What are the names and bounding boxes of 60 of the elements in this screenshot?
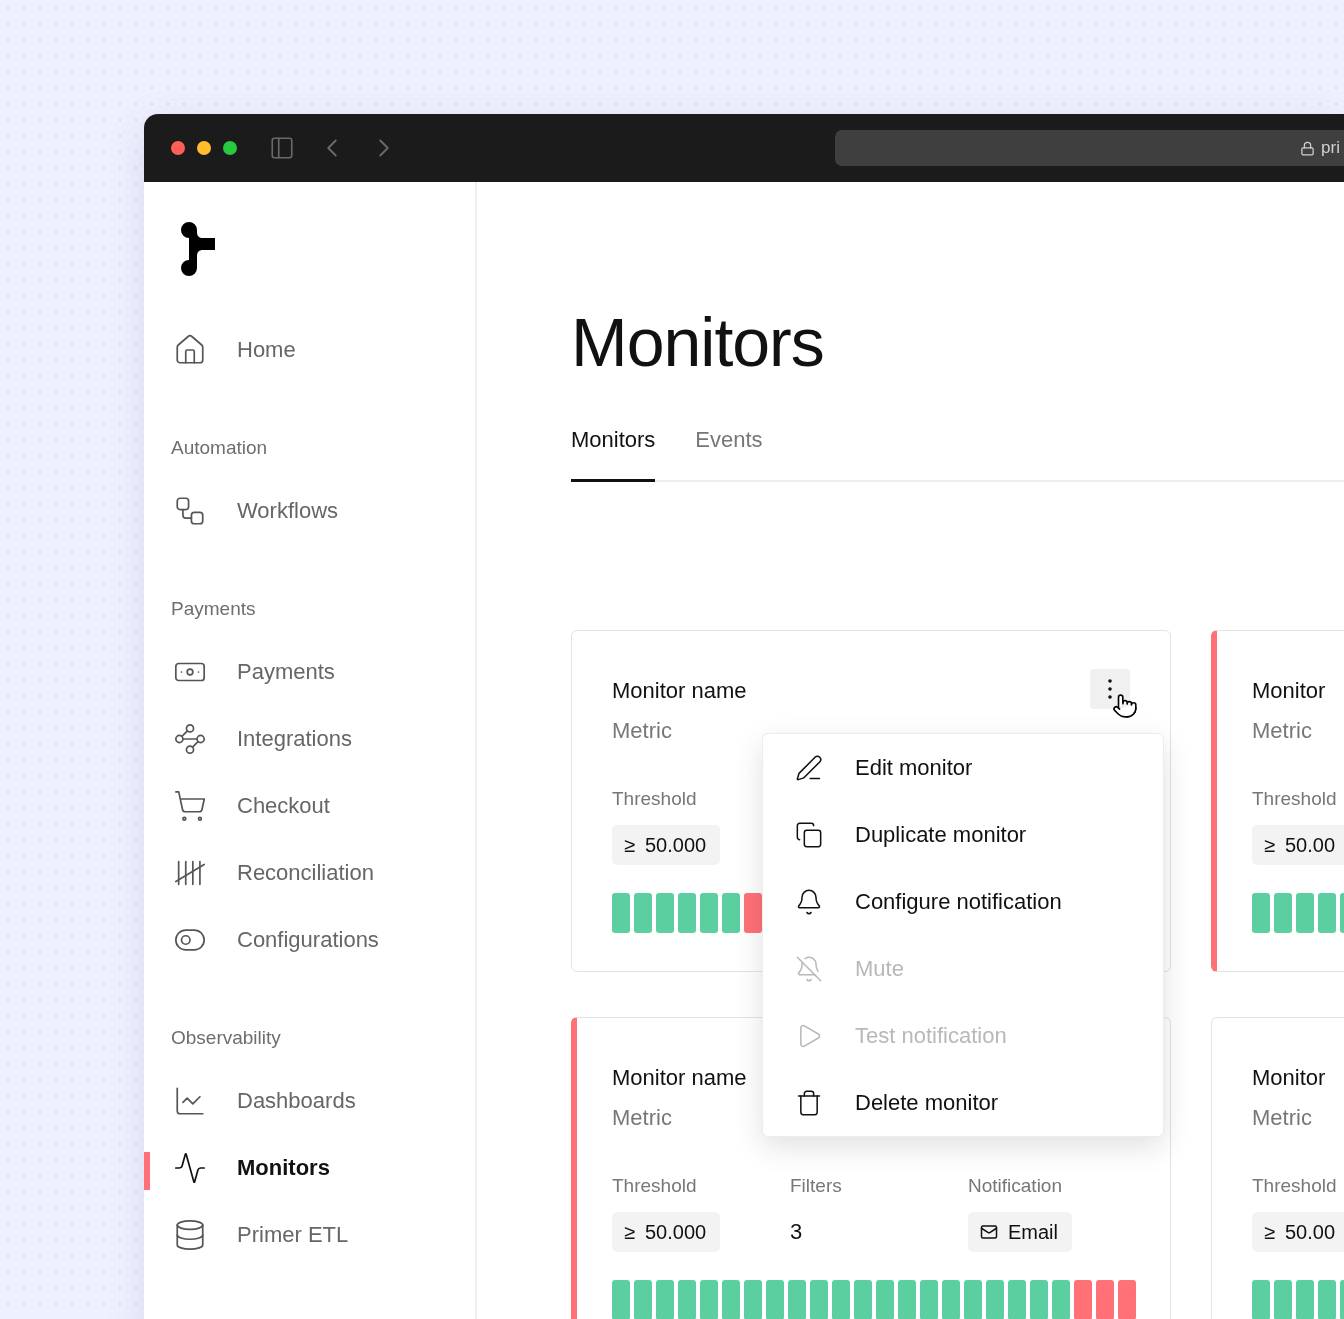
nav-icon xyxy=(173,1217,207,1252)
menu-item[interactable]: Configure notification xyxy=(763,868,1163,935)
sidebar-item[interactable]: Reconciliation xyxy=(144,839,475,906)
mail-icon xyxy=(980,1223,998,1241)
menu-item-icon xyxy=(795,820,823,849)
logo-icon xyxy=(181,222,217,276)
lock-icon xyxy=(1300,140,1316,156)
notification-chip: Email xyxy=(968,1212,1072,1252)
minimize-window-icon[interactable] xyxy=(197,141,211,155)
sidebar-item[interactable]: Dashboards xyxy=(144,1067,475,1134)
menu-item-icon xyxy=(795,1088,823,1117)
pointer-cursor-icon xyxy=(1112,693,1138,719)
menu-item-icon xyxy=(795,753,823,782)
field-value: 3 xyxy=(790,1218,804,1246)
field-label: Notification xyxy=(968,1174,1063,1198)
sidebar-item[interactable]: Configurations xyxy=(144,906,475,973)
nav-icon xyxy=(173,1150,207,1185)
threshold-chip: ≥ 50.000 xyxy=(612,825,721,865)
field-label: Filters xyxy=(790,1174,843,1198)
sidebar-item[interactable]: Integrations xyxy=(144,705,475,772)
more-icon xyxy=(1108,679,1112,699)
page-title: Monitors xyxy=(571,303,825,382)
field-label: Threshold xyxy=(612,1174,698,1198)
monitor-name: Monitor name xyxy=(612,1064,747,1092)
maximize-window-icon[interactable] xyxy=(223,141,237,155)
menu-item[interactable]: Edit monitor xyxy=(763,734,1163,801)
monitor-metric: Metric xyxy=(612,717,673,745)
menu-item[interactable]: Delete monitor xyxy=(763,1069,1163,1136)
monitor-name: Monitor xyxy=(1252,677,1326,705)
monitor-name: Monitor name xyxy=(612,677,747,705)
nav-icon xyxy=(173,332,207,367)
menu-item-icon xyxy=(795,954,823,983)
monitor-name: Monitor xyxy=(1252,1064,1326,1092)
sidebar-item[interactable]: Home xyxy=(144,316,475,383)
menu-item[interactable]: Duplicate monitor xyxy=(763,801,1163,868)
field-label: Threshold xyxy=(1252,787,1338,811)
threshold-chip: ≥ 50.00 xyxy=(1252,825,1344,865)
section-heading: Automation xyxy=(171,437,269,459)
sidebar-item[interactable]: Monitors xyxy=(144,1134,475,1201)
address-bar[interactable]: pri xyxy=(835,130,1344,166)
monitor-metric: Metric xyxy=(1252,717,1313,745)
nav-icon xyxy=(173,721,207,756)
sidebar-item[interactable]: Checkout xyxy=(144,772,475,839)
section-heading: Observability xyxy=(171,1027,282,1049)
threshold-chip: ≥ 50.000 xyxy=(612,1212,721,1252)
monitor-metric: Metric xyxy=(1252,1104,1313,1132)
tab[interactable]: Events xyxy=(695,400,763,482)
field-label: Threshold xyxy=(612,787,698,811)
monitor-metric: Metric xyxy=(612,1104,673,1132)
tab[interactable]: Monitors xyxy=(571,400,656,482)
sidebar-item[interactable]: Payments xyxy=(144,638,475,705)
nav-icon xyxy=(173,788,207,823)
close-window-icon[interactable] xyxy=(171,141,185,155)
sidebar-toggle-icon[interactable] xyxy=(269,135,295,161)
sidebar-item[interactable]: Primer ETL xyxy=(144,1201,475,1268)
menu-item-icon xyxy=(795,887,823,916)
sidebar-item[interactable]: Workflows xyxy=(144,477,475,544)
threshold-chip: ≥ 50.00 xyxy=(1252,1212,1344,1252)
section-heading: Payments xyxy=(171,598,257,620)
field-label: Threshold xyxy=(1252,1174,1338,1198)
